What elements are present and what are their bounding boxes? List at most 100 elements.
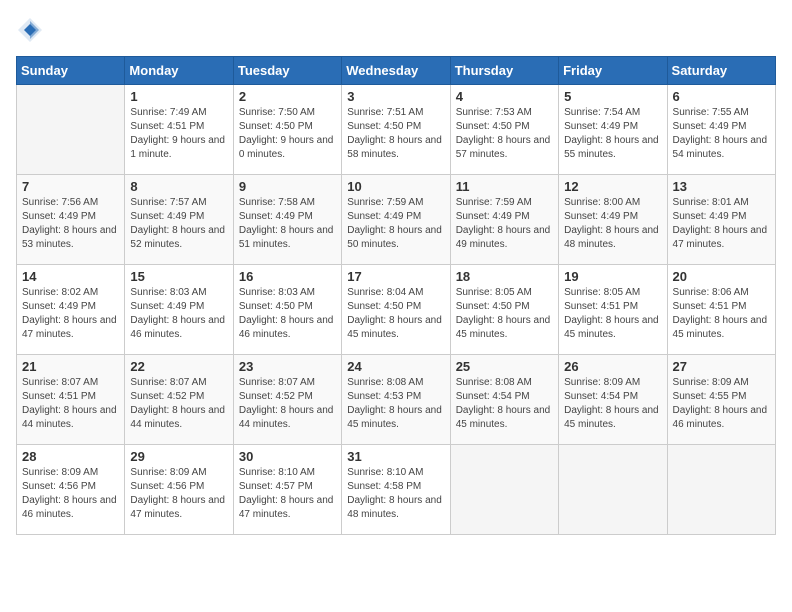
day-number: 6 bbox=[673, 89, 770, 104]
day-number: 20 bbox=[673, 269, 770, 284]
day-cell: 22 Sunrise: 8:07 AMSunset: 4:52 PMDaylig… bbox=[125, 355, 233, 445]
page-header bbox=[16, 16, 776, 44]
day-number: 27 bbox=[673, 359, 770, 374]
day-number: 22 bbox=[130, 359, 227, 374]
day-cell: 18 Sunrise: 8:05 AMSunset: 4:50 PMDaylig… bbox=[450, 265, 558, 355]
day-cell bbox=[559, 445, 667, 535]
day-info: Sunrise: 7:53 AMSunset: 4:50 PMDaylight:… bbox=[456, 106, 553, 162]
day-info: Sunrise: 8:05 AMSunset: 4:50 PMDaylight:… bbox=[456, 286, 553, 342]
day-info: Sunrise: 8:00 AMSunset: 4:49 PMDaylight:… bbox=[564, 196, 661, 252]
day-info: Sunrise: 8:07 AMSunset: 4:52 PMDaylight:… bbox=[239, 376, 336, 432]
day-number: 12 bbox=[564, 179, 661, 194]
day-cell: 25 Sunrise: 8:08 AMSunset: 4:54 PMDaylig… bbox=[450, 355, 558, 445]
day-info: Sunrise: 8:07 AMSunset: 4:51 PMDaylight:… bbox=[22, 376, 119, 432]
day-cell: 17 Sunrise: 8:04 AMSunset: 4:50 PMDaylig… bbox=[342, 265, 450, 355]
week-row-2: 7 Sunrise: 7:56 AMSunset: 4:49 PMDayligh… bbox=[17, 175, 776, 265]
day-info: Sunrise: 8:09 AMSunset: 4:54 PMDaylight:… bbox=[564, 376, 661, 432]
column-header-monday: Monday bbox=[125, 57, 233, 85]
day-cell bbox=[667, 445, 775, 535]
day-number: 23 bbox=[239, 359, 336, 374]
day-cell: 5 Sunrise: 7:54 AMSunset: 4:49 PMDayligh… bbox=[559, 85, 667, 175]
day-number: 7 bbox=[22, 179, 119, 194]
day-number: 9 bbox=[239, 179, 336, 194]
day-cell: 3 Sunrise: 7:51 AMSunset: 4:50 PMDayligh… bbox=[342, 85, 450, 175]
day-number: 18 bbox=[456, 269, 553, 284]
column-header-saturday: Saturday bbox=[667, 57, 775, 85]
column-header-sunday: Sunday bbox=[17, 57, 125, 85]
day-cell: 20 Sunrise: 8:06 AMSunset: 4:51 PMDaylig… bbox=[667, 265, 775, 355]
day-cell: 8 Sunrise: 7:57 AMSunset: 4:49 PMDayligh… bbox=[125, 175, 233, 265]
column-header-friday: Friday bbox=[559, 57, 667, 85]
column-header-tuesday: Tuesday bbox=[233, 57, 341, 85]
day-cell: 29 Sunrise: 8:09 AMSunset: 4:56 PMDaylig… bbox=[125, 445, 233, 535]
week-row-3: 14 Sunrise: 8:02 AMSunset: 4:49 PMDaylig… bbox=[17, 265, 776, 355]
day-info: Sunrise: 8:09 AMSunset: 4:55 PMDaylight:… bbox=[673, 376, 770, 432]
day-number: 14 bbox=[22, 269, 119, 284]
day-info: Sunrise: 7:51 AMSunset: 4:50 PMDaylight:… bbox=[347, 106, 444, 162]
day-number: 17 bbox=[347, 269, 444, 284]
logo-icon bbox=[16, 16, 44, 44]
day-number: 8 bbox=[130, 179, 227, 194]
calendar-header-row: SundayMondayTuesdayWednesdayThursdayFrid… bbox=[17, 57, 776, 85]
day-info: Sunrise: 8:09 AMSunset: 4:56 PMDaylight:… bbox=[130, 466, 227, 522]
day-info: Sunrise: 8:04 AMSunset: 4:50 PMDaylight:… bbox=[347, 286, 444, 342]
day-number: 1 bbox=[130, 89, 227, 104]
day-cell: 6 Sunrise: 7:55 AMSunset: 4:49 PMDayligh… bbox=[667, 85, 775, 175]
day-info: Sunrise: 7:59 AMSunset: 4:49 PMDaylight:… bbox=[456, 196, 553, 252]
day-cell: 24 Sunrise: 8:08 AMSunset: 4:53 PMDaylig… bbox=[342, 355, 450, 445]
day-info: Sunrise: 8:05 AMSunset: 4:51 PMDaylight:… bbox=[564, 286, 661, 342]
day-cell: 31 Sunrise: 8:10 AMSunset: 4:58 PMDaylig… bbox=[342, 445, 450, 535]
day-cell: 4 Sunrise: 7:53 AMSunset: 4:50 PMDayligh… bbox=[450, 85, 558, 175]
day-number: 28 bbox=[22, 449, 119, 464]
day-cell: 12 Sunrise: 8:00 AMSunset: 4:49 PMDaylig… bbox=[559, 175, 667, 265]
day-cell: 19 Sunrise: 8:05 AMSunset: 4:51 PMDaylig… bbox=[559, 265, 667, 355]
day-info: Sunrise: 8:08 AMSunset: 4:53 PMDaylight:… bbox=[347, 376, 444, 432]
day-info: Sunrise: 8:03 AMSunset: 4:49 PMDaylight:… bbox=[130, 286, 227, 342]
day-cell: 13 Sunrise: 8:01 AMSunset: 4:49 PMDaylig… bbox=[667, 175, 775, 265]
day-info: Sunrise: 8:09 AMSunset: 4:56 PMDaylight:… bbox=[22, 466, 119, 522]
day-info: Sunrise: 8:06 AMSunset: 4:51 PMDaylight:… bbox=[673, 286, 770, 342]
day-info: Sunrise: 7:55 AMSunset: 4:49 PMDaylight:… bbox=[673, 106, 770, 162]
day-number: 30 bbox=[239, 449, 336, 464]
day-cell: 11 Sunrise: 7:59 AMSunset: 4:49 PMDaylig… bbox=[450, 175, 558, 265]
day-cell: 16 Sunrise: 8:03 AMSunset: 4:50 PMDaylig… bbox=[233, 265, 341, 355]
day-info: Sunrise: 8:10 AMSunset: 4:58 PMDaylight:… bbox=[347, 466, 444, 522]
day-cell: 2 Sunrise: 7:50 AMSunset: 4:50 PMDayligh… bbox=[233, 85, 341, 175]
day-info: Sunrise: 7:56 AMSunset: 4:49 PMDaylight:… bbox=[22, 196, 119, 252]
day-number: 13 bbox=[673, 179, 770, 194]
day-info: Sunrise: 7:58 AMSunset: 4:49 PMDaylight:… bbox=[239, 196, 336, 252]
day-cell: 7 Sunrise: 7:56 AMSunset: 4:49 PMDayligh… bbox=[17, 175, 125, 265]
week-row-1: 1 Sunrise: 7:49 AMSunset: 4:51 PMDayligh… bbox=[17, 85, 776, 175]
day-info: Sunrise: 7:54 AMSunset: 4:49 PMDaylight:… bbox=[564, 106, 661, 162]
day-number: 24 bbox=[347, 359, 444, 374]
column-header-wednesday: Wednesday bbox=[342, 57, 450, 85]
day-number: 16 bbox=[239, 269, 336, 284]
week-row-4: 21 Sunrise: 8:07 AMSunset: 4:51 PMDaylig… bbox=[17, 355, 776, 445]
day-cell: 27 Sunrise: 8:09 AMSunset: 4:55 PMDaylig… bbox=[667, 355, 775, 445]
day-cell: 9 Sunrise: 7:58 AMSunset: 4:49 PMDayligh… bbox=[233, 175, 341, 265]
column-header-thursday: Thursday bbox=[450, 57, 558, 85]
day-info: Sunrise: 8:03 AMSunset: 4:50 PMDaylight:… bbox=[239, 286, 336, 342]
day-info: Sunrise: 7:50 AMSunset: 4:50 PMDaylight:… bbox=[239, 106, 336, 162]
day-cell: 10 Sunrise: 7:59 AMSunset: 4:49 PMDaylig… bbox=[342, 175, 450, 265]
day-cell: 1 Sunrise: 7:49 AMSunset: 4:51 PMDayligh… bbox=[125, 85, 233, 175]
day-number: 3 bbox=[347, 89, 444, 104]
day-cell: 14 Sunrise: 8:02 AMSunset: 4:49 PMDaylig… bbox=[17, 265, 125, 355]
day-cell bbox=[17, 85, 125, 175]
day-cell: 21 Sunrise: 8:07 AMSunset: 4:51 PMDaylig… bbox=[17, 355, 125, 445]
day-cell: 30 Sunrise: 8:10 AMSunset: 4:57 PMDaylig… bbox=[233, 445, 341, 535]
day-info: Sunrise: 8:08 AMSunset: 4:54 PMDaylight:… bbox=[456, 376, 553, 432]
day-number: 15 bbox=[130, 269, 227, 284]
day-number: 25 bbox=[456, 359, 553, 374]
day-number: 31 bbox=[347, 449, 444, 464]
day-number: 26 bbox=[564, 359, 661, 374]
day-number: 29 bbox=[130, 449, 227, 464]
day-info: Sunrise: 8:02 AMSunset: 4:49 PMDaylight:… bbox=[22, 286, 119, 342]
day-number: 5 bbox=[564, 89, 661, 104]
day-number: 11 bbox=[456, 179, 553, 194]
day-info: Sunrise: 7:57 AMSunset: 4:49 PMDaylight:… bbox=[130, 196, 227, 252]
day-number: 10 bbox=[347, 179, 444, 194]
day-info: Sunrise: 7:49 AMSunset: 4:51 PMDaylight:… bbox=[130, 106, 227, 162]
day-cell: 15 Sunrise: 8:03 AMSunset: 4:49 PMDaylig… bbox=[125, 265, 233, 355]
day-number: 2 bbox=[239, 89, 336, 104]
